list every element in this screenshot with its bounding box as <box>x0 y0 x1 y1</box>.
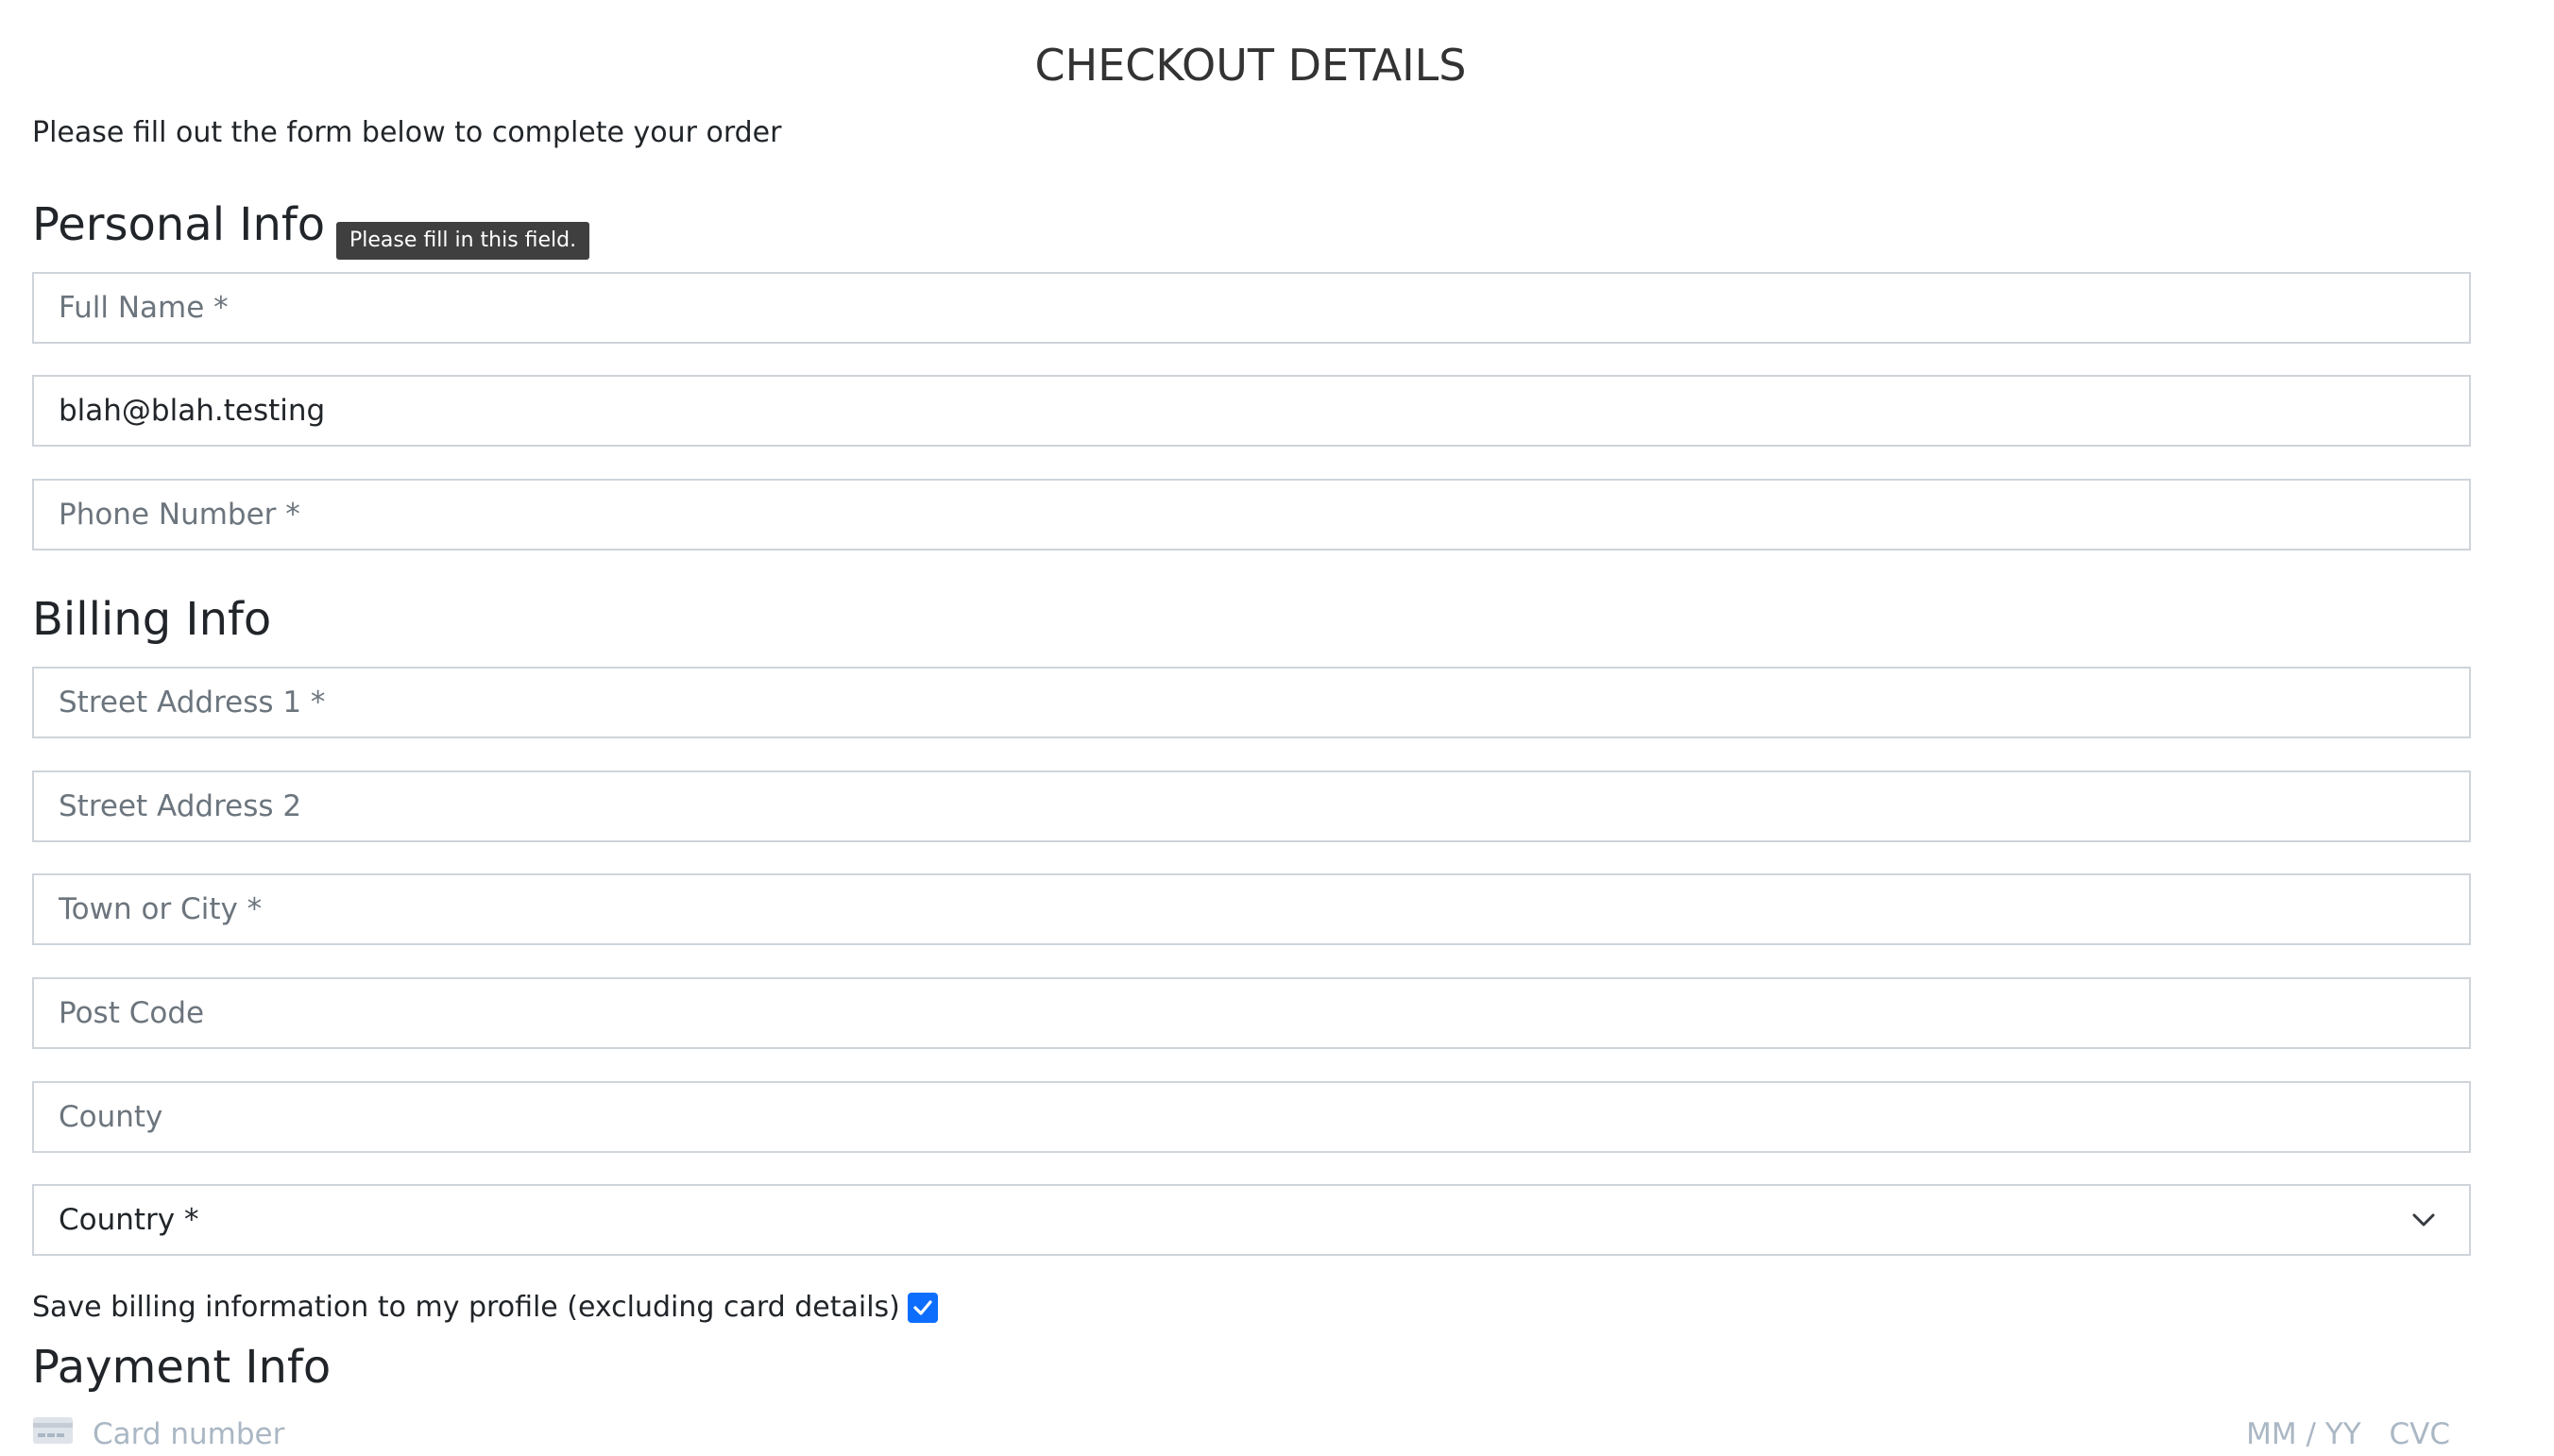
save-billing-label: Save billing information to my profile (… <box>32 1291 900 1324</box>
validation-tooltip: Please fill in this field. <box>336 222 590 260</box>
email-field[interactable] <box>32 375 2471 447</box>
page-title: CHECKOUT DETAILS <box>1034 40 1467 91</box>
street-address-2-input[interactable] <box>34 772 2469 840</box>
post-code-input[interactable] <box>34 979 2469 1047</box>
street-address-1-field[interactable] <box>32 667 2471 738</box>
billing-info-heading: Billing Info <box>32 593 272 646</box>
save-billing-row: Save billing information to my profile (… <box>32 1291 938 1324</box>
country-select[interactable]: Country * <box>32 1184 2471 1256</box>
street-address-1-input[interactable] <box>34 669 2469 736</box>
payment-info-heading: Payment Info <box>32 1341 332 1394</box>
town-city-input[interactable] <box>34 875 2469 943</box>
county-field[interactable] <box>32 1081 2471 1153</box>
post-code-field[interactable] <box>32 977 2471 1049</box>
country-selected-value: Country * <box>59 1203 199 1237</box>
town-city-field[interactable] <box>32 873 2471 945</box>
county-input[interactable] <box>34 1083 2469 1151</box>
card-expiry-cvc-group: MM / YY CVC <box>2227 1417 2450 1451</box>
card-element[interactable]: Card number MM / YY CVC <box>32 1413 2450 1456</box>
check-icon <box>913 1299 932 1315</box>
credit-card-icon <box>32 1416 74 1452</box>
full-name-field[interactable] <box>32 272 2471 344</box>
email-input[interactable] <box>34 377 2469 445</box>
street-address-2-field[interactable] <box>32 770 2471 842</box>
checkout-page: CHECKOUT DETAILS Please fill out the for… <box>0 0 2554 1456</box>
intro-text: Please fill out the form below to comple… <box>32 116 782 149</box>
card-number-placeholder[interactable]: Card number <box>93 1417 284 1451</box>
save-billing-checkbox[interactable] <box>907 1292 938 1323</box>
card-number-group[interactable]: Card number <box>32 1416 284 1452</box>
card-cvc-placeholder[interactable]: CVC <box>2390 1417 2451 1451</box>
phone-input[interactable] <box>34 481 2469 549</box>
personal-info-heading: Personal Info <box>32 198 326 251</box>
card-expiry-placeholder[interactable]: MM / YY <box>2246 1417 2361 1451</box>
full-name-input[interactable] <box>34 274 2469 342</box>
chevron-down-icon <box>2405 1201 2443 1239</box>
phone-field[interactable] <box>32 479 2471 550</box>
